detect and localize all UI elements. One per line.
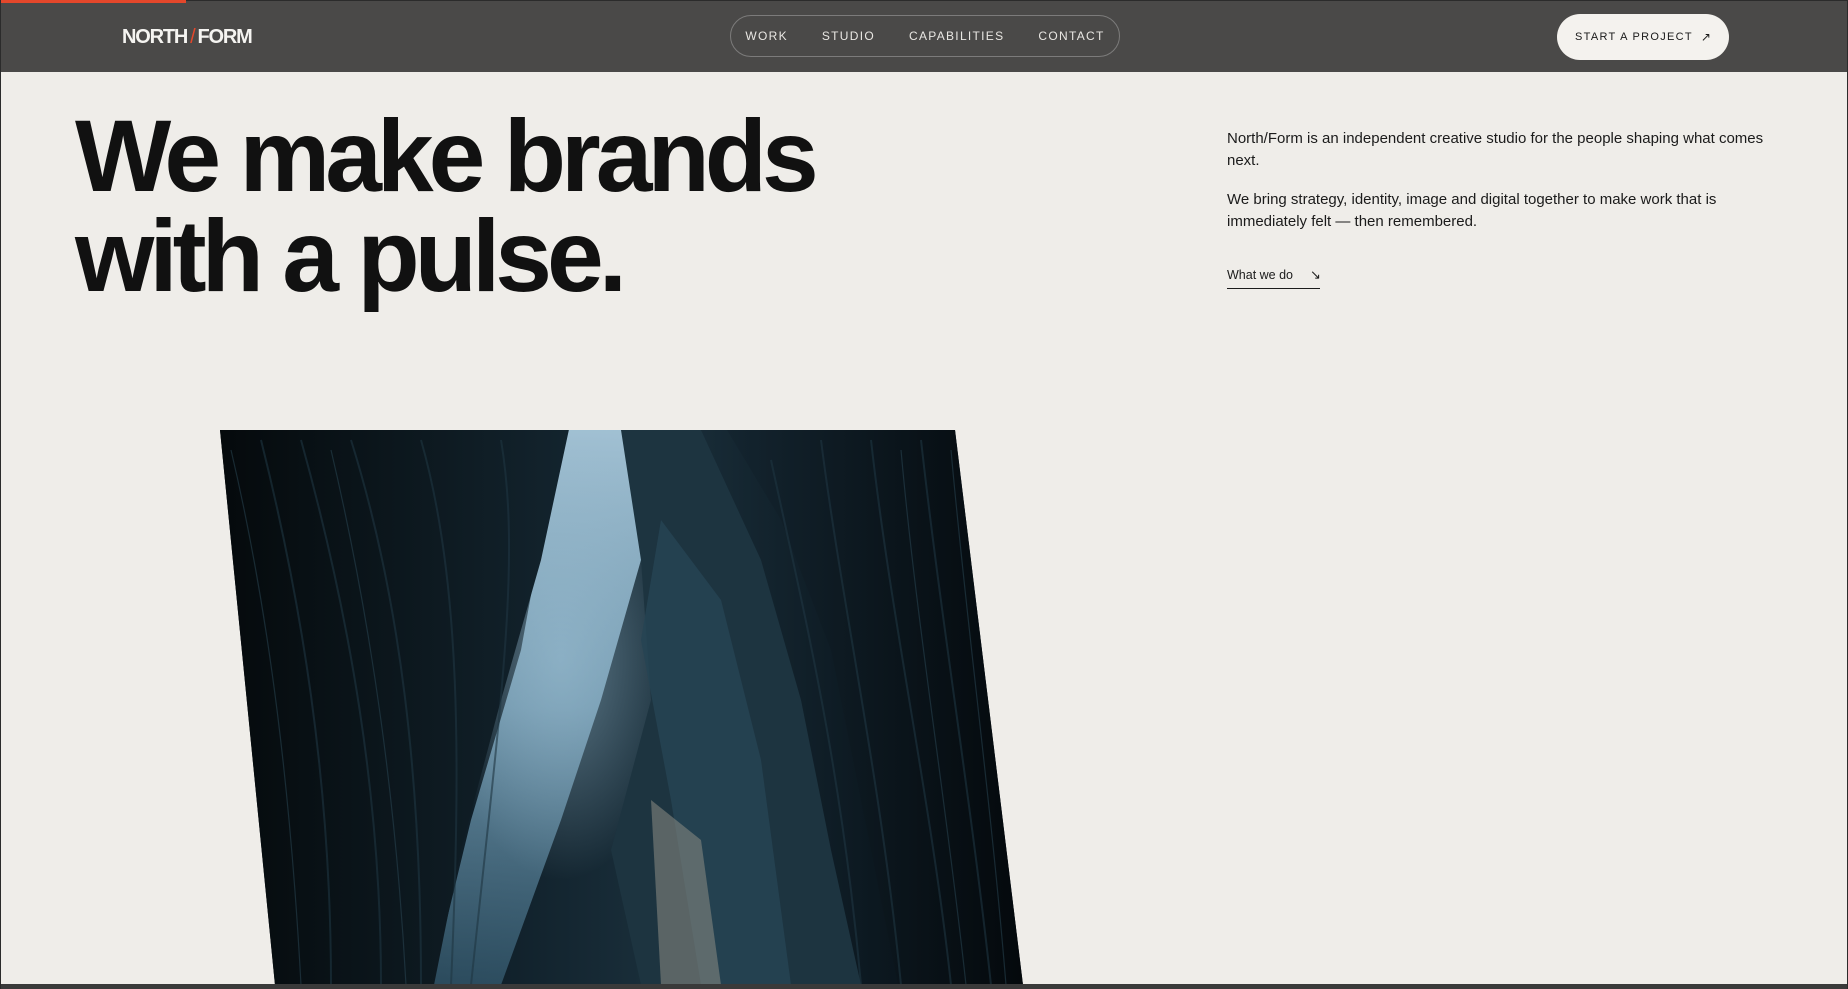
- start-project-button[interactable]: START A PROJECT ↗: [1557, 14, 1729, 60]
- what-we-do-link[interactable]: What we do ↘: [1227, 267, 1321, 289]
- bottom-edge: [1, 984, 1847, 989]
- hero-headline: We make brands with a pulse.: [75, 99, 819, 313]
- logo-slash: /: [190, 26, 196, 48]
- logo-text-north: NORTH: [122, 26, 188, 48]
- scroll-progress-bar: [1, 0, 1847, 3]
- nav-item-contact[interactable]: CONTACT: [1038, 29, 1104, 43]
- hero-headline-line-1: We make brands: [75, 99, 819, 213]
- logo-text-form: FORM: [197, 26, 252, 48]
- arrow-up-right-icon: ↗: [1700, 30, 1711, 44]
- scroll-progress-fill: [1, 0, 186, 3]
- arrow-down-right-icon: ↘: [1310, 267, 1321, 282]
- intro-paragraph-1: North/Form is an independent creative st…: [1227, 130, 1764, 169]
- main-nav: WORK STUDIO CAPABILITIES CONTACT: [730, 15, 1120, 57]
- nav-item-studio[interactable]: STUDIO: [822, 29, 875, 43]
- nav-item-capabilities[interactable]: CAPABILITIES: [909, 29, 1004, 43]
- intro-paragraph-2: We bring strategy, identity, image and d…: [1227, 191, 1717, 230]
- hero-headline-line-2: with a pulse.: [75, 199, 627, 313]
- start-project-label: START A PROJECT: [1575, 31, 1693, 43]
- hero-intro: North/Form is an independent creative st…: [1227, 128, 1775, 250]
- site-header: NORTH / FORM WORK STUDIO CAPABILITIES CONT…: [1, 0, 1847, 72]
- what-we-do-label: What we do: [1227, 268, 1294, 282]
- logo[interactable]: NORTH / FORM: [122, 24, 253, 50]
- nav-item-work[interactable]: WORK: [745, 29, 788, 43]
- page: NORTH / FORM WORK STUDIO CAPABILITIES CONT…: [0, 0, 1848, 989]
